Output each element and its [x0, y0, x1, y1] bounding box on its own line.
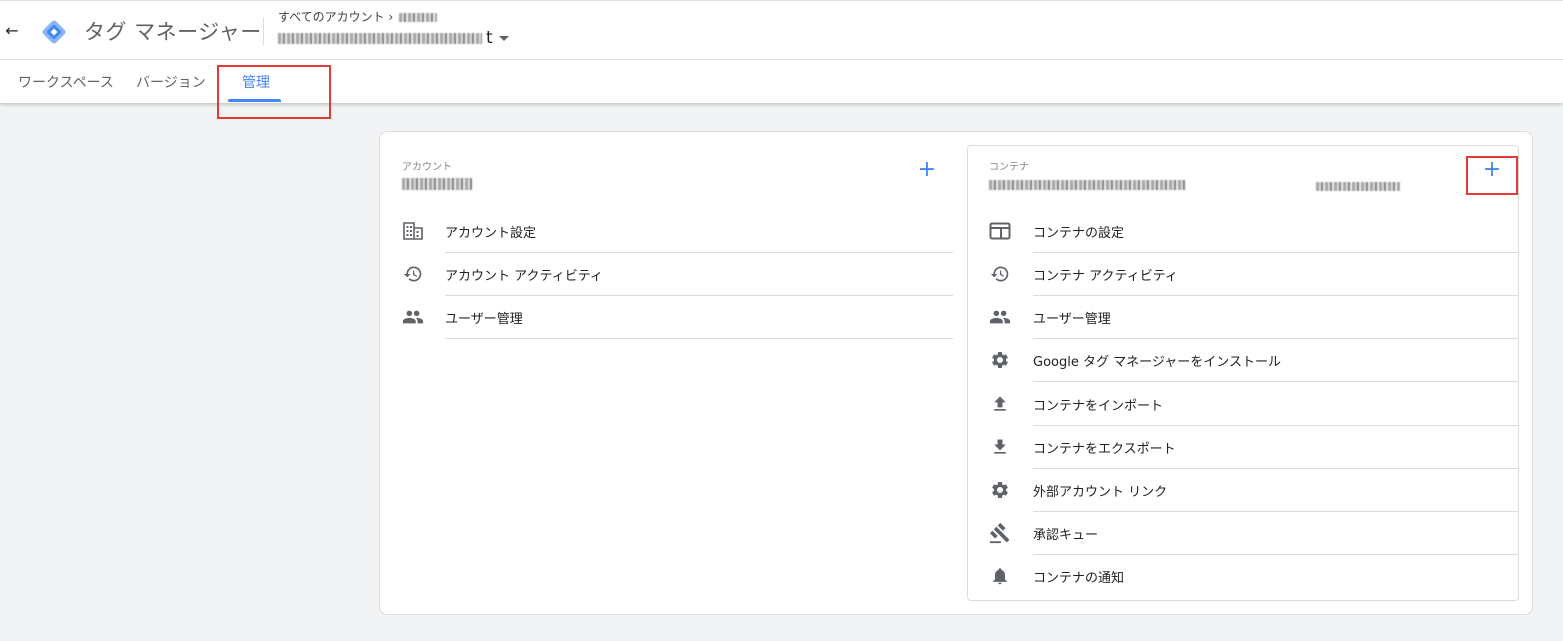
export-container-item[interactable]: コンテナをエクスポート [987, 426, 1518, 469]
bell-icon [989, 565, 1011, 587]
tab-workspace[interactable]: ワークスペース [18, 72, 114, 92]
container-settings-item[interactable]: コンテナの設定 [987, 210, 1518, 253]
history-icon [402, 263, 424, 285]
export-container-label: コンテナをエクスポート [1033, 442, 1176, 457]
tab-versions[interactable]: バージョン [136, 72, 206, 92]
people-icon [989, 306, 1011, 328]
container-notifications-label: コンテナの通知 [1033, 571, 1125, 586]
arrow-left-icon[interactable]: ← [2, 21, 22, 41]
caret-down-icon [498, 35, 509, 41]
highlight-box-admin-tab [217, 65, 331, 119]
web-window-icon [989, 220, 1011, 242]
gavel-icon [989, 522, 1011, 544]
row-divider [445, 338, 953, 339]
redacted-account-title [402, 178, 472, 190]
row-divider [1033, 381, 1518, 382]
redacted-account-name [399, 13, 438, 22]
top-app-bar: ← タグ マネージャー すべてのアカウント › t [0, 0, 1563, 60]
external-account-links-label: 外部アカウント リンク [1033, 485, 1168, 500]
container-section-label: コンテナ [989, 162, 1029, 173]
approval-queue-label: 承認キュー [1033, 528, 1099, 543]
container-selector[interactable]: t [278, 28, 509, 48]
highlight-box-add-container [1466, 156, 1518, 195]
gear-icon [989, 479, 1011, 501]
people-icon [402, 306, 424, 328]
approval-queue-item[interactable]: 承認キュー [987, 512, 1518, 555]
container-name-suffix: t [486, 28, 493, 48]
building-icon [402, 220, 424, 242]
account-user-management-item[interactable]: ユーザー管理 [400, 296, 953, 339]
redacted-container-id [1316, 182, 1400, 191]
import-container-item[interactable]: コンテナをインポート [987, 383, 1518, 426]
account-activity-item[interactable]: アカウント アクティビティ [400, 253, 953, 296]
container-activity-label: コンテナ アクティビティ [1033, 269, 1178, 284]
container-activity-item[interactable]: コンテナ アクティビティ [987, 253, 1518, 296]
account-breadcrumb-label: すべてのアカウント › [278, 10, 394, 24]
account-settings-item[interactable]: アカウント設定 [400, 210, 953, 253]
header-divider [263, 17, 264, 45]
gear-icon [989, 349, 1011, 371]
import-container-label: コンテナをインポート [1033, 399, 1164, 414]
add-account-button[interactable]: + [915, 159, 939, 183]
redacted-container-name [278, 32, 482, 44]
external-account-links-item[interactable]: 外部アカウント リンク [987, 469, 1518, 512]
upload-icon [989, 393, 1011, 415]
download-icon [989, 436, 1011, 458]
app-title: タグ マネージャー [84, 20, 262, 44]
install-gtm-item[interactable]: Google タグ マネージャーをインストール [987, 339, 1518, 382]
account-activity-label: アカウント アクティビティ [445, 269, 603, 284]
account-section-label: アカウント [402, 162, 452, 173]
container-user-management-label: ユーザー管理 [1033, 312, 1111, 327]
redacted-container-title [989, 180, 1185, 190]
tag-manager-diamond-icon [42, 20, 66, 44]
account-settings-label: アカウント設定 [445, 226, 537, 241]
container-notifications-item[interactable]: コンテナの通知 [987, 555, 1518, 598]
account-breadcrumb[interactable]: すべてのアカウント › [278, 8, 438, 25]
history-icon [989, 263, 1011, 285]
container-user-management-item[interactable]: ユーザー管理 [987, 296, 1518, 339]
install-gtm-label: Google タグ マネージャーをインストール [1033, 355, 1281, 370]
container-settings-label: コンテナの設定 [1033, 226, 1125, 241]
account-user-management-label: ユーザー管理 [445, 312, 523, 327]
